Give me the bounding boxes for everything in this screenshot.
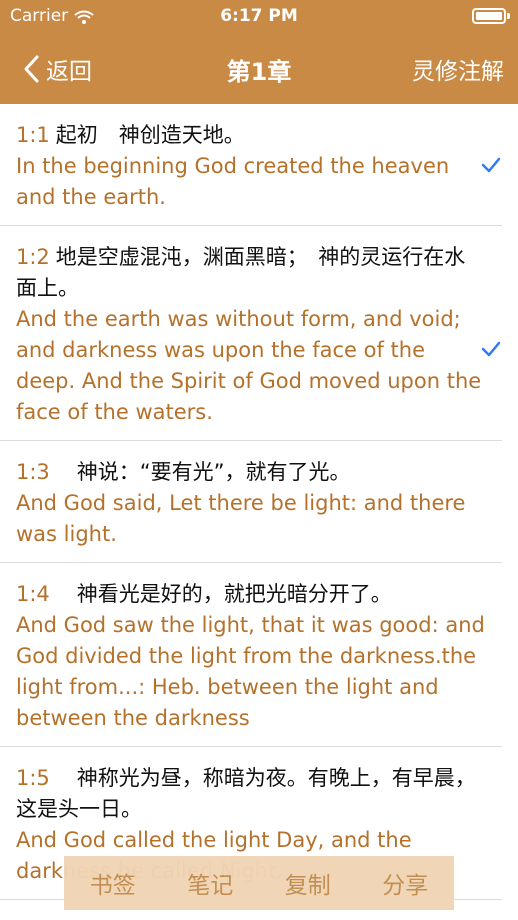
verse-ref: 1:5 bbox=[16, 766, 50, 790]
note-button[interactable]: 笔记 bbox=[187, 866, 233, 900]
verse-cn: 1:1 起初 神创造天地。 bbox=[16, 120, 486, 151]
share-button[interactable]: 分享 bbox=[382, 866, 428, 900]
checkmark-icon bbox=[480, 338, 502, 360]
verse-cn-text: 地是空虚混沌，渊面黑暗； 神的灵运行在水面上。 bbox=[16, 245, 466, 300]
checkmark-icon bbox=[480, 154, 502, 176]
verse-cn: 1:5 神称光为昼，称暗为夜。有晚上，有早晨，这是头一日。 bbox=[16, 763, 486, 825]
verse-ref: 1:3 bbox=[16, 460, 50, 484]
verse-cn-text: 起初 神创造天地。 bbox=[55, 123, 245, 147]
verse-row[interactable]: 1:1 起初 神创造天地。 In the beginning God create… bbox=[0, 104, 502, 226]
action-bar: 书签 笔记 复制 分享 bbox=[64, 856, 454, 910]
verse-cn: 1:4 神看光是好的，就把光暗分开了。 bbox=[16, 579, 486, 610]
verse-cn-text: 神说：“要有光”，就有了光。 bbox=[55, 460, 351, 484]
verse-cn: 1:2 地是空虚混沌，渊面黑暗； 神的灵运行在水面上。 bbox=[16, 242, 486, 304]
bookmark-button[interactable]: 书签 bbox=[90, 866, 136, 900]
verse-en: And God said, Let there be light: and th… bbox=[16, 491, 466, 546]
verse-row[interactable]: 1:2 地是空虚混沌，渊面黑暗； 神的灵运行在水面上。 And the earth… bbox=[0, 226, 502, 441]
verse-row[interactable]: 1:4 神看光是好的，就把光暗分开了。 And God saw the ligh… bbox=[0, 563, 502, 747]
verse-en: And God saw the light, that it was good:… bbox=[16, 613, 485, 730]
nav-bar: 返回 第1章 灵修注解 bbox=[0, 34, 518, 104]
battery-icon bbox=[472, 8, 510, 24]
status-bar: Carrier 6:17 PM bbox=[0, 0, 518, 34]
verse-en: And the earth was without form, and void… bbox=[16, 307, 482, 424]
verse-cn: 1:3 神说：“要有光”，就有了光。 bbox=[16, 457, 486, 488]
copy-button[interactable]: 复制 bbox=[285, 866, 331, 900]
verse-row[interactable]: 1:3 神说：“要有光”，就有了光。 And God said, Let the… bbox=[0, 441, 502, 563]
devotional-notes-button[interactable]: 灵修注解 bbox=[412, 52, 504, 86]
status-time: 6:17 PM bbox=[220, 6, 298, 26]
verse-cn-text: 神看光是好的，就把光暗分开了。 bbox=[55, 582, 392, 606]
header: Carrier 6:17 PM 返回 第1章 灵修注解 bbox=[0, 0, 518, 104]
verse-ref: 1:2 bbox=[16, 245, 50, 269]
verse-ref: 1:1 bbox=[16, 123, 50, 147]
verse-ref: 1:4 bbox=[16, 582, 50, 606]
verse-list[interactable]: 1:1 起初 神创造天地。 In the beginning God create… bbox=[0, 104, 518, 920]
verse-en: In the beginning God created the heaven … bbox=[16, 154, 450, 209]
verse-cn-text: 神称光为昼，称暗为夜。有晚上，有早晨，这是头一日。 bbox=[16, 766, 476, 821]
